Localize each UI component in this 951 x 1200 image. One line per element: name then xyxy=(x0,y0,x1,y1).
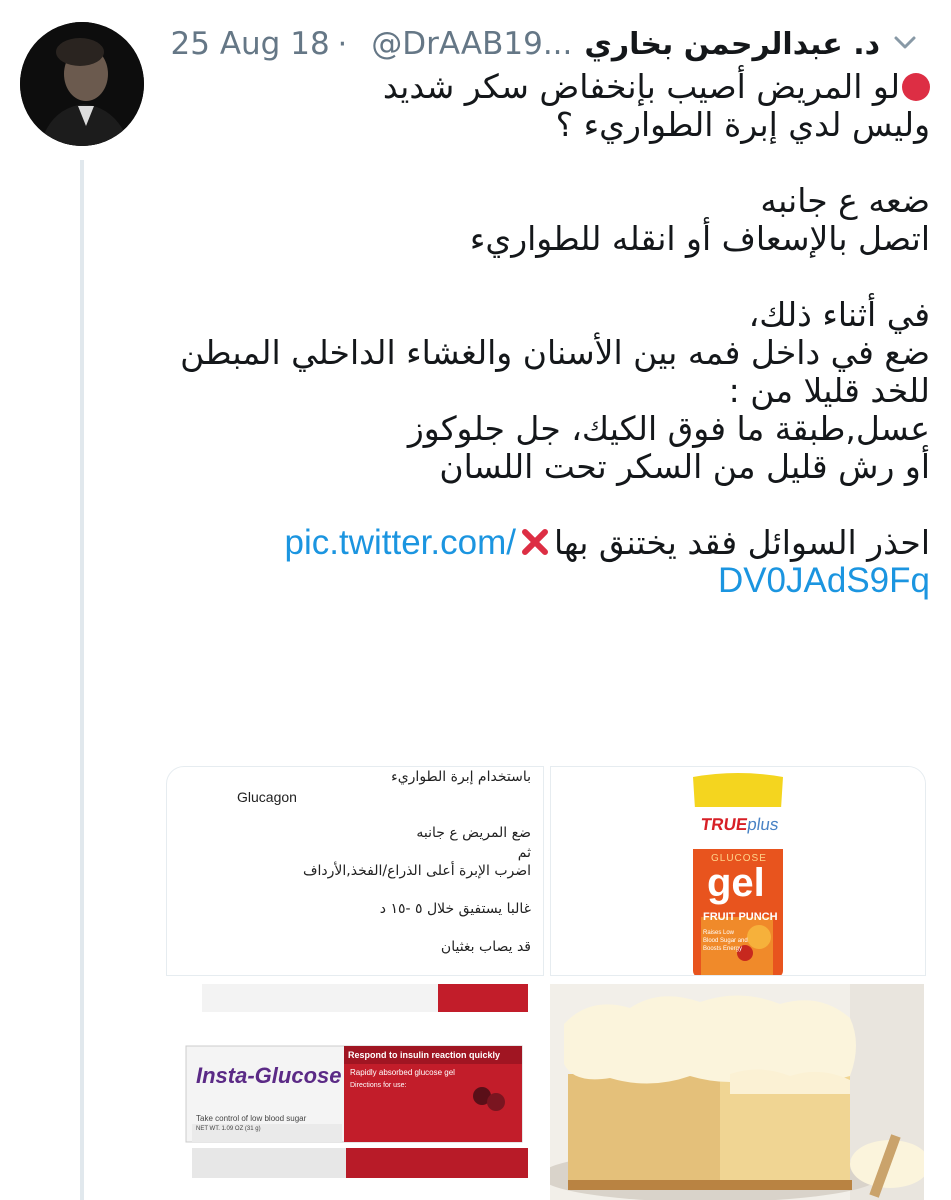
tweet-line: ضع في داخل فمه بين الأسنان والغشاء الداخ… xyxy=(180,333,930,372)
author-display-name[interactable]: د. عبدالرحمن بخاري xyxy=(584,27,880,62)
red-circle-icon xyxy=(902,73,930,101)
tweet-gap xyxy=(160,144,930,182)
tweet-body: لو المريض أصيب بإنخفاض سكر شديد وليس لدي… xyxy=(160,68,930,600)
tweet-link[interactable]: pic.twitter.com/ xyxy=(285,523,516,562)
separator-dot: · xyxy=(337,26,348,62)
media-tile-glucose-gel[interactable]: TRUEplus GLUCOSE gel FRUIT PUNCH Raises … xyxy=(550,766,926,976)
tweet-line: ضعه ع جانبه xyxy=(760,181,930,220)
tweet-line: للخد قليلا من : xyxy=(728,371,930,410)
tweet-line: أو رش قليل من السكر تحت اللسان xyxy=(439,447,930,486)
doc-line: باستخدام إبرة الطواريء xyxy=(391,769,531,785)
media-tile-insta-glucose[interactable]: Insta-Glucose Take control of low blood … xyxy=(166,984,542,1200)
doc-line: غالبا يستفيق خلال ٥ -١٥ د xyxy=(379,901,531,917)
doc-line: ضع المريض ع جانبه xyxy=(416,825,531,841)
tweet-gap xyxy=(160,486,930,524)
insta-glucose-netwt: NET WT. 1.09 OZ (31 g) xyxy=(196,1126,261,1132)
author-avatar[interactable] xyxy=(20,22,144,146)
note-label: Raises Low Blood Sugar and Boosts Energy xyxy=(703,930,748,952)
cross-mark-icon xyxy=(521,529,548,555)
insta-glucose-directions: Directions for use: xyxy=(350,1082,407,1089)
tweet-line: في أثناء ذلك، xyxy=(748,295,930,334)
tweet-gap xyxy=(160,258,930,296)
tweet-line: اتصل بالإسعاف أو انقله للطواريء xyxy=(469,219,930,258)
tweet-date[interactable]: 25 Aug 18 xyxy=(171,26,330,62)
insta-glucose-subheader: Rapidly absorbed glucose gel xyxy=(350,1068,455,1077)
avatar-photo xyxy=(20,22,144,146)
doc-latin-label: Glucagon xyxy=(237,789,297,805)
flavor-label: FRUIT PUNCH xyxy=(703,911,778,923)
brand-plus-text: plus xyxy=(746,815,780,834)
tweet-link-continuation[interactable]: DV0JAdS9Fq xyxy=(718,561,930,600)
doc-line: ثم xyxy=(517,845,531,861)
tweet-line: لو المريض أصيب بإنخفاض سكر شديد xyxy=(160,68,930,106)
tweet-line: DV0JAdS9Fq xyxy=(160,562,930,600)
thread-connector-line xyxy=(80,160,84,1200)
tweet-line-text: لو المريض أصيب بإنخفاض سكر شديد xyxy=(382,67,900,106)
doc-line: اضرب الإبرة أعلى الذراع/الفخذ,الأرداف xyxy=(303,863,531,879)
media-tile-cake[interactable] xyxy=(550,984,924,1200)
brand-true-text: TRUE xyxy=(699,815,749,834)
media-tile-instructions[interactable]: باستخدام إبرة الطواريء Glucagon ضع المري… xyxy=(166,766,544,976)
insta-glucose-brand: Insta-Glucose xyxy=(196,1063,342,1088)
insta-glucose-header: Respond to insulin reaction quickly xyxy=(348,1050,501,1060)
media-grid: باستخدام إبرة الطواريء Glucagon ضع المري… xyxy=(166,766,926,1200)
insta-glucose-photo xyxy=(166,984,542,1200)
tweet-line: عسل,طبقة ما فوق الكيك، جل جلوكوز xyxy=(407,409,930,448)
insta-glucose-tagline: Take control of low blood sugar xyxy=(196,1114,307,1123)
chevron-down-icon[interactable] xyxy=(890,28,920,58)
tweet-header: 25 Aug 18 · @DrAAB19... د. عبدالرحمن بخا… xyxy=(150,18,930,68)
tweet-line: احذر السوائل فقد يختنق بها pic.twitter.co… xyxy=(160,524,930,562)
product-label: gel xyxy=(707,861,765,905)
doc-line: قد يصاب بغثيان xyxy=(440,939,531,955)
cake-photo xyxy=(550,984,924,1200)
brand-label: TRUEplus xyxy=(700,815,780,835)
tweet-line: وليس لدي إبرة الطواريء ؟ xyxy=(555,105,930,144)
author-handle[interactable]: @DrAAB19... xyxy=(371,26,572,62)
tweet-line-text: احذر السوائل فقد يختنق بها xyxy=(553,523,930,562)
